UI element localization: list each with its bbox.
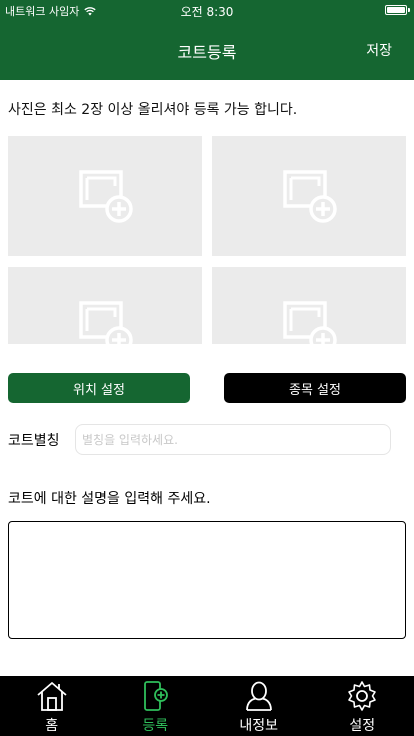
profile-icon xyxy=(245,681,272,711)
nav-bar: 코트등록 저장 xyxy=(0,20,414,80)
photo-slot[interactable] xyxy=(212,136,406,256)
description-label: 코트에 대한 설명을 입력해 주세요. xyxy=(8,491,211,507)
add-photo-icon xyxy=(79,301,133,344)
tab-bar: 홈 등록 내정보 설정 xyxy=(0,676,414,736)
description-textarea[interactable] xyxy=(8,521,406,639)
photo-slot[interactable] xyxy=(212,267,406,344)
status-time: 오전 8:30 xyxy=(180,5,234,19)
photo-slot[interactable] xyxy=(8,136,202,256)
save-button[interactable]: 저장 xyxy=(366,40,392,60)
tab-settings[interactable]: 설정 xyxy=(311,676,414,736)
nickname-label: 코트별칭 xyxy=(8,433,60,449)
tab-home[interactable]: 홈 xyxy=(0,676,104,736)
tab-home-label: 홈 xyxy=(45,718,59,734)
battery-icon xyxy=(385,5,410,15)
tab-profile[interactable]: 내정보 xyxy=(207,676,311,736)
tab-register-label: 등록 xyxy=(142,718,169,734)
add-photo-icon xyxy=(79,170,133,223)
sport-setting-button[interactable]: 종목 설정 xyxy=(224,373,406,403)
settings-icon xyxy=(348,681,377,711)
nickname-input[interactable] xyxy=(75,424,391,455)
photo-grid xyxy=(8,136,406,344)
tab-settings-label: 설정 xyxy=(349,718,376,734)
register-icon xyxy=(144,681,169,711)
location-setting-button[interactable]: 위치 설정 xyxy=(8,373,190,403)
photo-slot[interactable] xyxy=(8,267,202,344)
add-photo-icon xyxy=(283,301,337,344)
tab-register[interactable]: 등록 xyxy=(104,676,208,736)
home-icon xyxy=(37,681,67,711)
add-photo-icon xyxy=(283,170,337,223)
photo-notice: 사진은 최소 2장 이상 올리셔야 등록 가능 합니다. xyxy=(8,102,298,118)
tab-profile-label: 내정보 xyxy=(239,718,279,734)
status-bar: 내트워크 사임자 오전 8:30 xyxy=(0,0,414,20)
page-title: 코트등록 xyxy=(177,43,237,62)
